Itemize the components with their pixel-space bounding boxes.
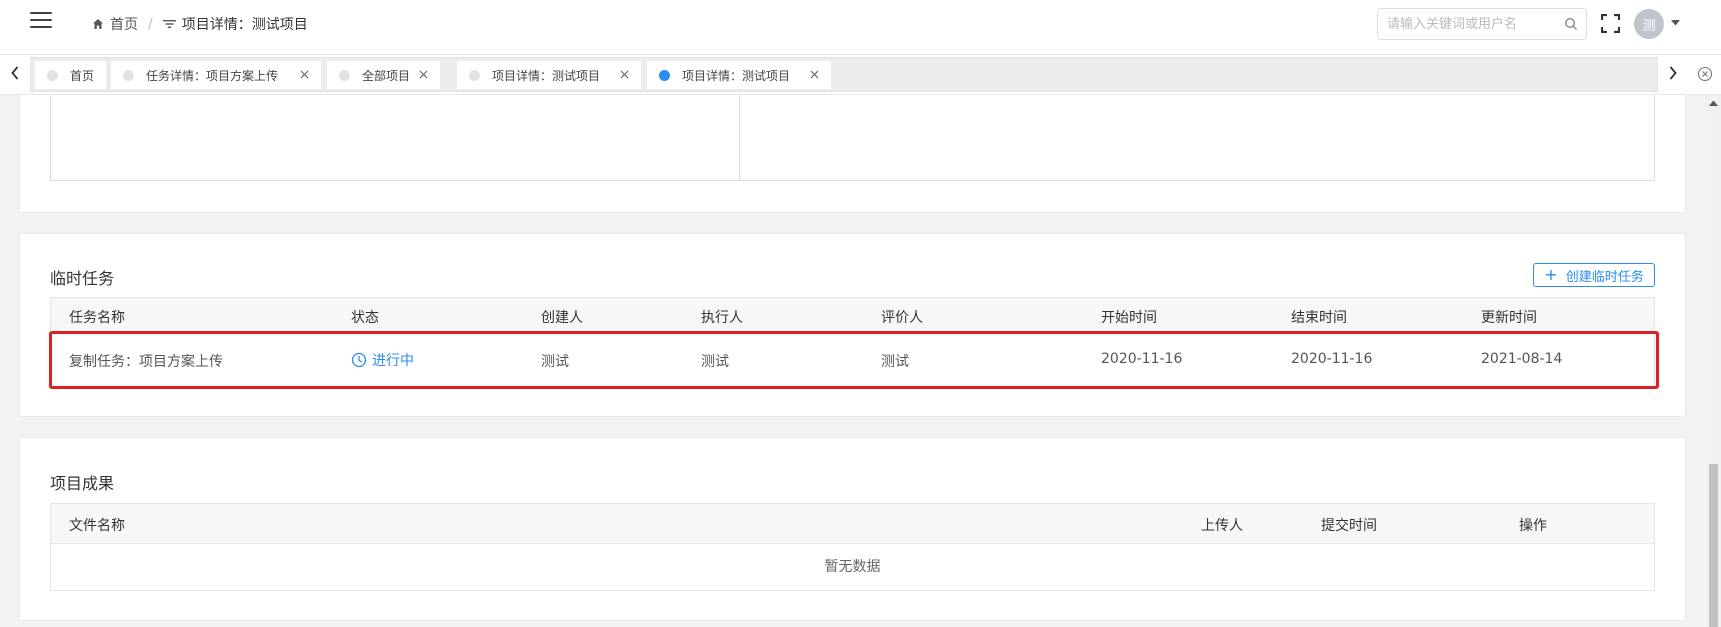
close-all-tabs-icon[interactable] [1697, 66, 1713, 82]
tab-label: 项目详情：测试项目 [492, 68, 601, 83]
plus-icon: + [1544, 265, 1558, 284]
task-status-label: 进行中 [372, 353, 414, 369]
reviewer-cell: 测试 [881, 354, 909, 370]
column-header: 结束时间 [1291, 310, 1347, 326]
tab-task-detail[interactable]: 任务详情：项目方案上传 [111, 61, 321, 89]
search-box [1377, 8, 1587, 40]
task-name-cell[interactable]: 复制任务：项目方案上传 [69, 351, 223, 371]
tab-project-detail-active[interactable]: 项目详情：测试项目 [647, 61, 831, 89]
tab-status-dot [47, 69, 58, 81]
close-icon[interactable] [810, 70, 819, 79]
search-input[interactable] [1378, 9, 1557, 39]
tab-label: 首页 [70, 68, 95, 83]
executor-cell: 测试 [701, 354, 729, 370]
column-header: 提交时间 [1321, 518, 1377, 534]
breadcrumb-home[interactable]: 首页 [92, 14, 138, 34]
temp-tasks-table: 任务名称 状态 创建人 执行人 评价人 开始时间 结束时间 更新时间 复制任务：… [50, 297, 1655, 389]
column-header: 文件名称 [69, 518, 125, 534]
temp-tasks-card: 临时任务 + 创建临时任务 任务名称 状态 创建人 执行人 评价人 开始时间 结… [19, 233, 1686, 417]
column-header: 上传人 [1201, 518, 1243, 534]
menu-toggle-icon[interactable] [30, 12, 52, 32]
clock-icon [351, 352, 367, 368]
tab-bar: 首页 任务详情：项目方案上传 全部项目 项目详情：测试项目 项目详情：测试项目 [0, 55, 1721, 95]
column-header: 创建人 [541, 310, 583, 326]
column-header: 任务名称 [69, 310, 125, 326]
start-date-cell: 2020-11-16 [1101, 351, 1183, 367]
breadcrumb-current-label: 项目详情：测试项目 [181, 17, 308, 33]
column-header: 开始时间 [1101, 310, 1157, 326]
tab-status-dot [469, 69, 480, 81]
content-card-partial [19, 95, 1686, 213]
empty-state: 暂无数据 [824, 559, 881, 575]
page-scrollbar[interactable] [1706, 95, 1721, 627]
tab-status-dot [659, 69, 670, 81]
updated-date-cell: 2021-08-14 [1481, 351, 1563, 367]
tab-strip: 首页 任务详情：项目方案上传 全部项目 项目详情：测试项目 项目详情：测试项目 [30, 57, 1658, 92]
table-header: 文件名称 上传人 提交时间 操作 [51, 504, 1654, 544]
fullscreen-icon[interactable] [1601, 14, 1620, 33]
filter-icon [162, 20, 176, 28]
column-header: 操作 [1519, 518, 1547, 534]
column-header: 状态 [351, 310, 379, 326]
close-icon[interactable] [620, 70, 629, 79]
tab-status-dot [339, 69, 350, 81]
chevron-left-icon[interactable] [10, 65, 20, 81]
table-row[interactable]: 复制任务：项目方案上传 进行中 测试 测试 测试 2020-11-16 2020… [51, 334, 1654, 388]
tab-label: 项目详情：测试项目 [682, 68, 791, 83]
column-header: 更新时间 [1481, 310, 1537, 326]
create-temp-task-label: 创建临时任务 [1565, 269, 1644, 285]
tab-label: 任务详情：项目方案上传 [146, 68, 279, 83]
end-date-cell: 2020-11-16 [1291, 351, 1373, 367]
creator-cell: 测试 [541, 354, 569, 370]
breadcrumb-home-label: 首页 [110, 17, 138, 33]
section-title: 项目成果 [50, 474, 115, 493]
scrollbar-thumb[interactable] [1709, 464, 1718, 627]
chevron-right-icon[interactable] [1668, 65, 1678, 81]
breadcrumb-separator: / [148, 16, 153, 32]
tab-label: 全部项目 [362, 68, 411, 83]
avatar[interactable]: 测 [1634, 9, 1664, 39]
search-icon[interactable] [1564, 17, 1578, 31]
tab-home[interactable]: 首页 [35, 61, 106, 89]
column-header: 执行人 [701, 310, 743, 326]
close-icon[interactable] [419, 70, 428, 79]
task-status-cell: 进行中 [351, 350, 414, 370]
top-header: 首页 / 项目详情：测试项目 测 [0, 0, 1721, 55]
project-results-table: 文件名称 上传人 提交时间 操作 暂无数据 [50, 503, 1655, 591]
create-temp-task-button[interactable]: + 创建临时任务 [1533, 263, 1655, 287]
close-icon[interactable] [300, 70, 309, 79]
panel-divider [739, 95, 740, 180]
scroll-up-arrow-icon[interactable] [1709, 100, 1718, 106]
section-title: 临时任务 [50, 269, 115, 288]
project-results-card: 项目成果 文件名称 上传人 提交时间 操作 暂无数据 [19, 437, 1686, 621]
table-header: 任务名称 状态 创建人 执行人 评价人 开始时间 结束时间 更新时间 [51, 298, 1654, 334]
column-header: 评价人 [881, 310, 923, 326]
breadcrumb-current: 项目详情：测试项目 [162, 14, 308, 34]
home-icon [93, 19, 103, 29]
tab-status-dot [123, 69, 134, 81]
tab-all-projects[interactable]: 全部项目 [327, 61, 440, 89]
tab-project-detail-1[interactable]: 项目详情：测试项目 [457, 61, 641, 89]
breadcrumb: 首页 / 项目详情：测试项目 [92, 14, 308, 34]
caret-down-icon[interactable] [1671, 20, 1680, 26]
bordered-panel [50, 95, 1655, 181]
